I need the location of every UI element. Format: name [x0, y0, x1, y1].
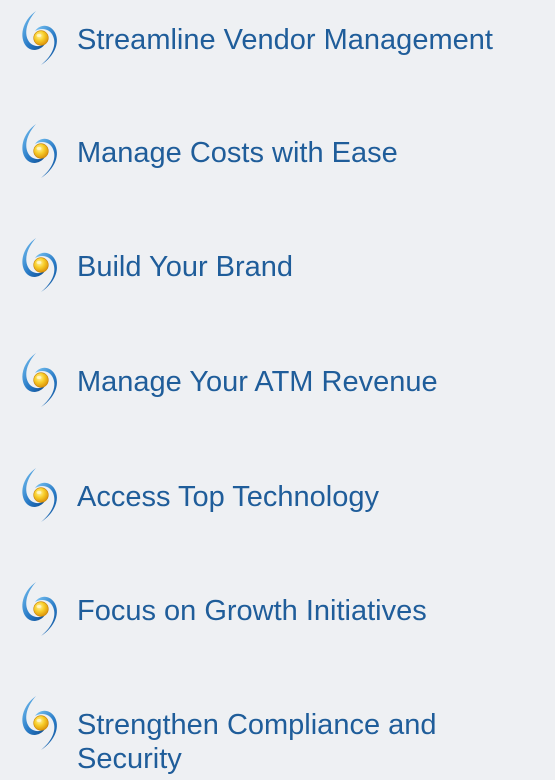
- feature-item-strengthen-compliance-security: Strengthen Compliance and Security: [18, 708, 548, 776]
- feature-label: Manage Costs with Ease: [77, 137, 398, 169]
- feature-item-manage-costs: Manage Costs with Ease: [18, 136, 548, 180]
- feature-label: Build Your Brand: [77, 251, 294, 283]
- feature-list: Streamline Vendor Management Manage Cost…: [0, 0, 555, 780]
- swirl-logo-icon: [18, 351, 64, 409]
- swirl-logo-icon: [18, 466, 64, 524]
- feature-label: Access Top Technology: [77, 481, 380, 513]
- feature-item-manage-atm-revenue: Manage Your ATM Revenue: [18, 365, 548, 409]
- feature-item-build-brand: Build Your Brand: [18, 250, 548, 294]
- feature-item-streamline-vendor-management: Streamline Vendor Management: [18, 23, 548, 67]
- swirl-logo-icon: [18, 9, 64, 67]
- swirl-logo-icon: [18, 122, 64, 180]
- feature-label: Strengthen Compliance and Security: [77, 709, 437, 775]
- swirl-logo-icon: [18, 236, 64, 294]
- feature-label: Focus on Growth Initiatives: [77, 595, 427, 627]
- swirl-logo-icon: [18, 694, 64, 752]
- feature-item-focus-growth-initiatives: Focus on Growth Initiatives: [18, 594, 548, 638]
- feature-label: Streamline Vendor Management: [77, 24, 493, 56]
- feature-item-access-top-technology: Access Top Technology: [18, 480, 548, 524]
- feature-label: Manage Your ATM Revenue: [77, 366, 438, 398]
- swirl-logo-icon: [18, 580, 64, 638]
